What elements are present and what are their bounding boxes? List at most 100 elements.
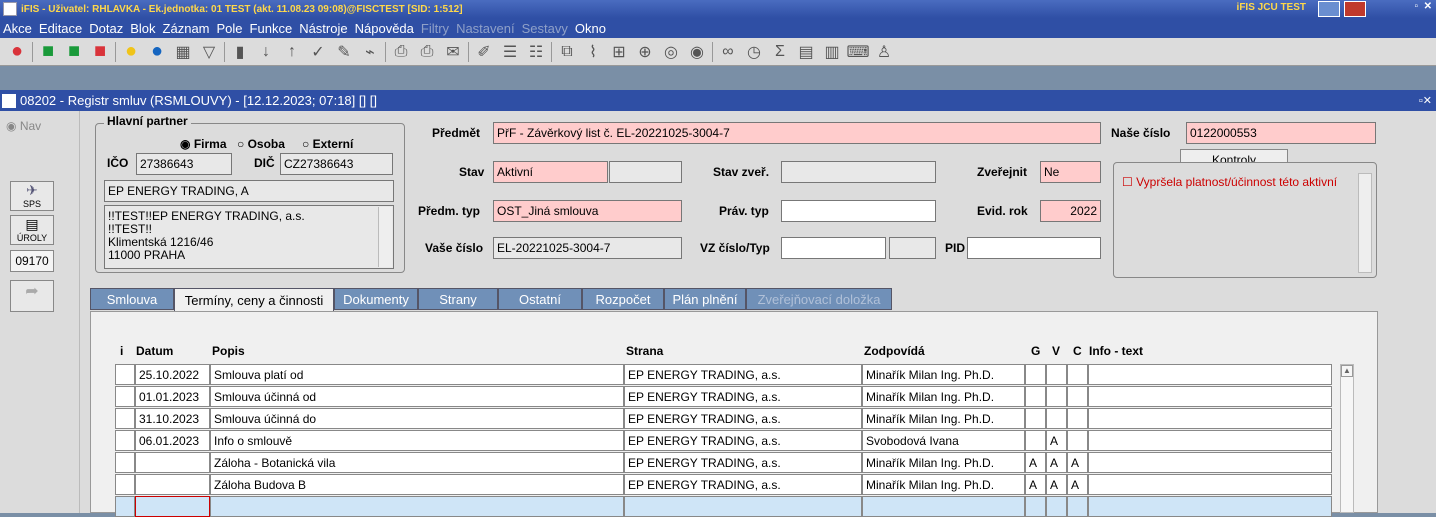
cell-i[interactable] xyxy=(115,430,135,451)
restore-icon[interactable]: ▫ xyxy=(1414,1,1418,12)
partner-name-field[interactable]: EP ENERGY TRADING, A xyxy=(104,180,394,202)
check-icon[interactable]: ✓ xyxy=(307,41,329,63)
cell-datum[interactable]: 01.01.2023 xyxy=(135,386,210,407)
cell-popis[interactable]: Smlouva platí od xyxy=(210,364,624,385)
print-icon[interactable]: ⎙ xyxy=(390,41,412,63)
address-scrollbar[interactable] xyxy=(378,207,392,267)
cell-popis[interactable]: Info o smlouvě xyxy=(210,430,624,451)
stav-field[interactable]: Aktivní xyxy=(493,161,608,183)
settings-icon[interactable] xyxy=(1318,1,1340,17)
calendar-icon[interactable]: ▦ xyxy=(172,41,194,63)
cell-datum[interactable]: 06.01.2023 xyxy=(135,430,210,451)
tab-terminy[interactable]: Termíny, ceny a činnosti xyxy=(174,288,334,312)
vase-cislo-field[interactable]: EL-20221025-3004-7 xyxy=(493,237,682,259)
menu-item-blok[interactable]: Blok xyxy=(130,21,155,36)
kontroly-scrollbar[interactable] xyxy=(1358,173,1372,273)
help-icon[interactable]: ● xyxy=(120,40,142,63)
cell-strana[interactable]: EP ENERGY TRADING, a.s. xyxy=(624,408,862,429)
table-scrollbar[interactable]: ▲ xyxy=(1340,364,1354,513)
dic-field[interactable]: CZ27386643 xyxy=(280,153,393,175)
cell-g[interactable]: A xyxy=(1025,474,1046,495)
predmet-field[interactable]: PřF - Závěrkový list č. EL-20221025-3004… xyxy=(493,122,1101,144)
cell-i[interactable] xyxy=(115,386,135,407)
cell-g[interactable] xyxy=(1025,430,1046,451)
cell-datum[interactable]: 25.10.2022 xyxy=(135,364,210,385)
vz-cislo-field[interactable] xyxy=(781,237,886,259)
cell-strana[interactable] xyxy=(624,496,862,517)
cell-c[interactable]: A xyxy=(1067,452,1088,473)
cell-c[interactable]: A xyxy=(1067,474,1088,495)
cell-zodpovida[interactable]: Minařík Milan Ing. Ph.D. xyxy=(862,452,1025,473)
cell-g[interactable] xyxy=(1025,496,1046,517)
cell-g[interactable] xyxy=(1025,408,1046,429)
cell-info[interactable] xyxy=(1088,386,1332,407)
menu-item-nastroje[interactable]: Nástroje xyxy=(299,21,347,36)
cell-v[interactable]: A xyxy=(1046,430,1067,451)
cell-zodpovida[interactable] xyxy=(862,496,1025,517)
cell-strana[interactable]: EP ENERGY TRADING, a.s. xyxy=(624,386,862,407)
stav-code-field[interactable] xyxy=(609,161,682,183)
print-preview-icon[interactable]: ⎙ xyxy=(416,41,438,63)
view-icon[interactable]: ◉ xyxy=(686,41,708,63)
vz-typ-field[interactable] xyxy=(889,237,936,259)
cell-datum[interactable] xyxy=(135,452,210,473)
cell-v[interactable]: A xyxy=(1046,474,1067,495)
mail-icon[interactable]: ✉ xyxy=(442,41,464,63)
run-query-icon[interactable]: ● xyxy=(146,40,168,63)
nav-radio[interactable]: ◉ Nav xyxy=(6,119,41,133)
save-icon[interactable]: ■ xyxy=(63,40,85,63)
predm-typ-field[interactable]: OST_Jiná smlouva xyxy=(493,200,682,222)
nase-cislo-field[interactable]: 0122000553 xyxy=(1186,122,1376,144)
prav-typ-field[interactable] xyxy=(781,200,936,222)
cell-info[interactable] xyxy=(1088,474,1332,495)
cell-v[interactable] xyxy=(1046,408,1067,429)
delete-record-icon[interactable]: ■ xyxy=(89,40,111,63)
cell-zodpovida[interactable]: Minařík Milan Ing. Ph.D. xyxy=(862,474,1025,495)
ico-field[interactable]: 27386643 xyxy=(136,153,232,175)
sort-asc-icon[interactable]: ↓ xyxy=(255,41,277,63)
menu-item-editace[interactable]: Editace xyxy=(39,21,82,36)
compass-icon[interactable]: ◎ xyxy=(660,41,682,63)
tab-ostatni[interactable]: Ostatní xyxy=(498,288,582,310)
pid-field[interactable] xyxy=(967,237,1101,259)
radio-externi[interactable]: ○ Externí xyxy=(302,137,353,151)
cell-datum[interactable]: 31.10.2023 xyxy=(135,408,210,429)
menu-item-akce[interactable]: Akce xyxy=(3,21,32,36)
uroly-button[interactable]: ▤ ÚROLY xyxy=(10,215,54,245)
chart-icon[interactable]: ▮ xyxy=(229,41,251,63)
exit-icon[interactable]: ● xyxy=(6,40,28,63)
cell-popis[interactable]: Smlouva účinná od xyxy=(210,386,624,407)
cell-i[interactable] xyxy=(115,364,135,385)
cell-info[interactable] xyxy=(1088,496,1332,517)
evid-rok-field[interactable]: 2022 xyxy=(1040,200,1101,222)
cell-info[interactable] xyxy=(1088,430,1332,451)
partner-address[interactable]: !!TEST!!EP ENERGY TRADING, a.s. !!TEST!!… xyxy=(104,205,394,269)
cell-i[interactable] xyxy=(115,408,135,429)
kontroly-item[interactable]: ☐ Vypršela platnost/účinnost této aktivn… xyxy=(1122,175,1358,189)
menu-item-dotaz[interactable]: Dotaz xyxy=(89,21,123,36)
cell-datum[interactable] xyxy=(135,496,210,517)
cell-info[interactable] xyxy=(1088,408,1332,429)
cell-g[interactable]: A xyxy=(1025,452,1046,473)
radio-firma[interactable]: ◉ Firma xyxy=(180,137,227,151)
menu-item-napoveda[interactable]: Nápověda xyxy=(355,21,414,36)
cell-i[interactable] xyxy=(115,452,135,473)
filter-icon[interactable]: ▽ xyxy=(198,41,220,63)
nav-forward-icon[interactable]: ➦ xyxy=(10,280,54,312)
checklist-icon[interactable]: ☷ xyxy=(525,41,547,63)
menu-item-funkce[interactable]: Funkce xyxy=(250,21,293,36)
edit-icon[interactable]: ✐ xyxy=(473,41,495,63)
cell-i[interactable] xyxy=(115,496,135,517)
cell-v[interactable] xyxy=(1046,364,1067,385)
keyboard-icon[interactable]: ⌨ xyxy=(846,41,869,63)
cell-i[interactable] xyxy=(115,474,135,495)
external-link-icon[interactable]: ⧉ xyxy=(556,41,578,63)
tab-smlouva[interactable]: Smlouva xyxy=(90,288,174,310)
tab-strany[interactable]: Strany xyxy=(418,288,498,310)
add-record-icon[interactable]: ■ xyxy=(37,40,59,63)
cell-zodpovida[interactable]: Svobodová Ivana xyxy=(862,430,1025,451)
sort-desc-icon[interactable]: ↑ xyxy=(281,41,303,63)
document-icon[interactable]: ▥ xyxy=(821,41,843,63)
cell-g[interactable] xyxy=(1025,386,1046,407)
sum-icon[interactable]: Σ xyxy=(769,41,791,63)
